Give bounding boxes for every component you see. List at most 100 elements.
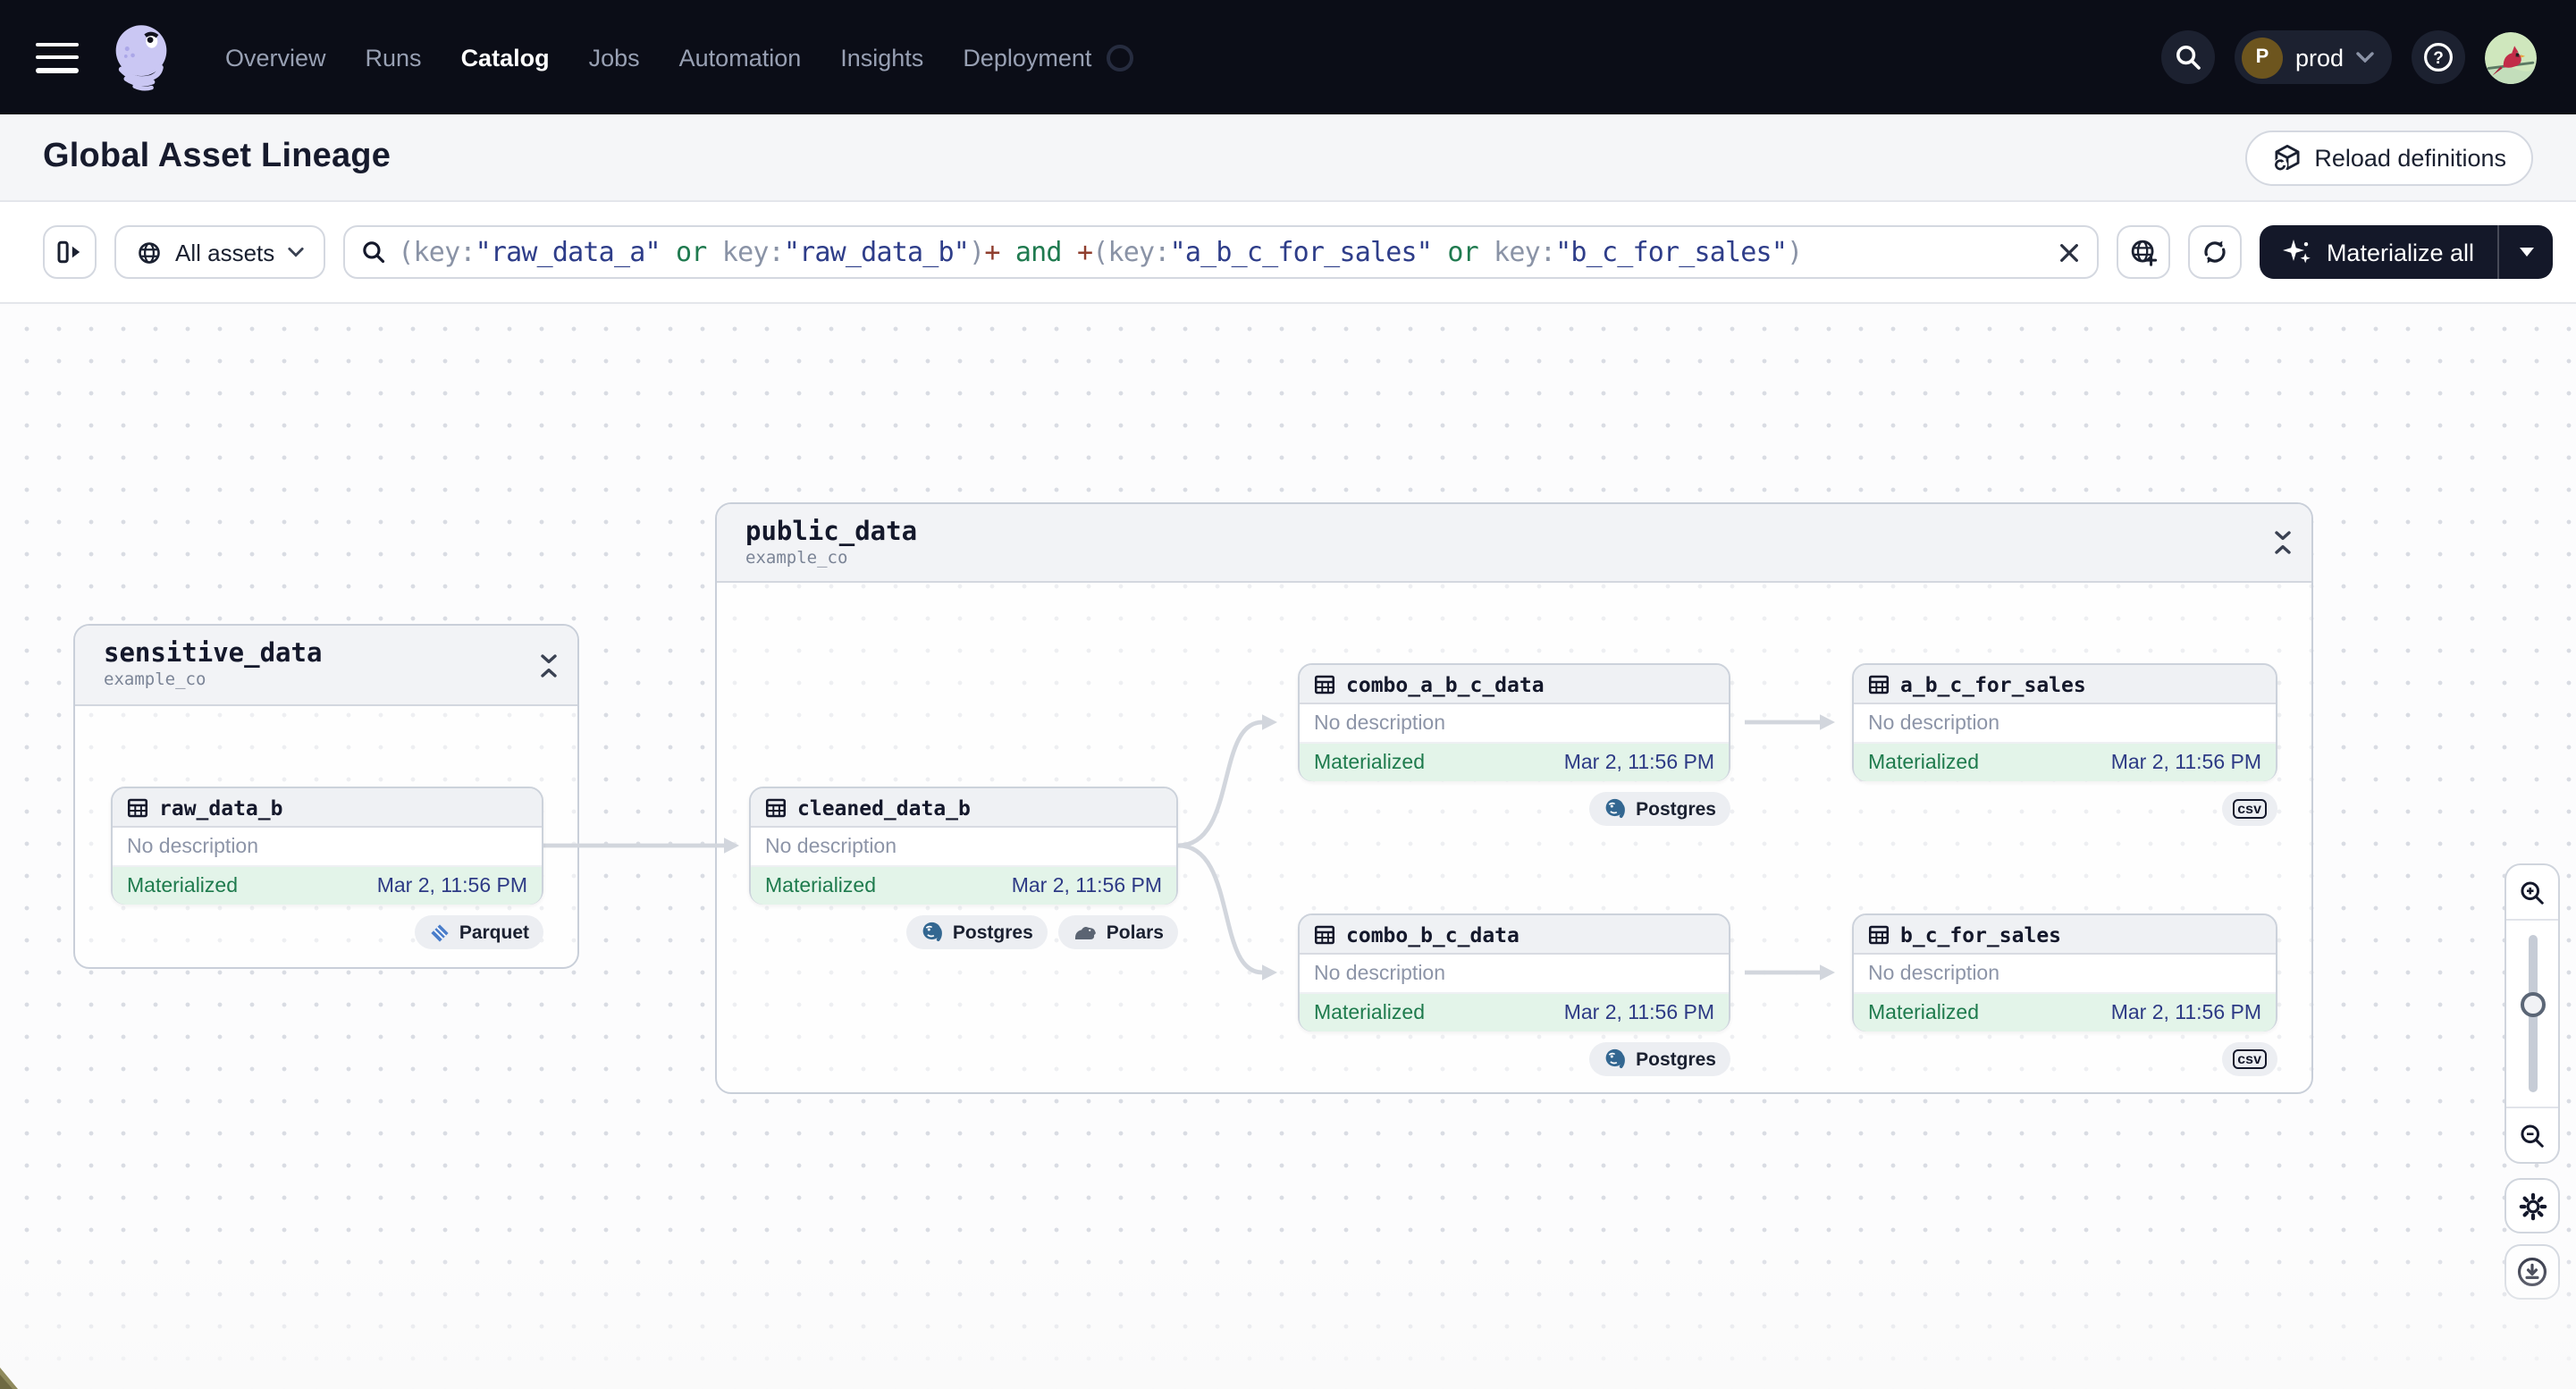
- materialize-options-button[interactable]: [2497, 225, 2553, 279]
- chevron-down-icon: [2356, 52, 2374, 63]
- help-icon: ?: [2424, 43, 2453, 72]
- open-sidebar-button[interactable]: [43, 225, 97, 279]
- asset-name: cleaned_data_b: [797, 795, 971, 820]
- asset-scope-dropdown[interactable]: All assets: [114, 225, 325, 279]
- download-icon: [2517, 1257, 2547, 1287]
- dagster-logo[interactable]: [104, 20, 179, 95]
- group-header-public_data[interactable]: public_data example_co: [717, 504, 2311, 583]
- group-location: example_co: [745, 548, 848, 568]
- nav-item-jobs[interactable]: Jobs: [589, 44, 640, 71]
- asset-node-b_c_for_sales[interactable]: b_c_for_sales No description Materialize…: [1852, 913, 2277, 1031]
- tag-label: Postgres: [1636, 1048, 1716, 1070]
- tag-polars[interactable]: Polars: [1057, 915, 1178, 949]
- hamburger-menu-icon[interactable]: [36, 42, 79, 72]
- asset-status-row: Materialized Mar 2, 11:56 PM: [1300, 744, 1729, 781]
- asset-scope-label: All assets: [175, 239, 275, 265]
- tag-csv[interactable]: csv: [2221, 792, 2277, 826]
- reload-definitions-label: Reload definitions: [2314, 144, 2506, 171]
- chevron-down-icon: [287, 247, 303, 257]
- search-icon: [362, 241, 384, 264]
- zoom-panel: [2504, 863, 2560, 1164]
- dagster-app: Overview Runs Catalog Jobs Automation In…: [0, 0, 2576, 1389]
- status-badge: Materialized: [1314, 752, 1425, 773]
- graph-settings-button[interactable]: [2504, 1178, 2560, 1233]
- tag-csv[interactable]: csv: [2221, 1042, 2277, 1076]
- collapse-group-icon[interactable]: [2272, 529, 2294, 556]
- nav-item-overview[interactable]: Overview: [225, 44, 326, 71]
- tag-parquet[interactable]: Parquet: [414, 915, 543, 949]
- clear-search-icon[interactable]: [2058, 240, 2082, 264]
- status-badge: Materialized: [1868, 1002, 1979, 1023]
- polars-icon: [1074, 927, 1096, 939]
- download-graph-button[interactable]: [2504, 1244, 2560, 1300]
- nav-item-deployment[interactable]: Deployment: [963, 44, 1091, 71]
- caret-down-icon: [2519, 248, 2533, 257]
- materialized-timestamp: Mar 2, 11:56 PM: [1563, 752, 1714, 773]
- csv-icon: csv: [2232, 1048, 2267, 1070]
- materialized-timestamp: Mar 2, 11:56 PM: [1011, 875, 1162, 897]
- asset-node-combo_b_c_data[interactable]: combo_b_c_data No description Materializ…: [1298, 913, 1730, 1031]
- tag-postgres[interactable]: Postgres: [1589, 1042, 1730, 1076]
- svg-text:?: ?: [2433, 49, 2444, 68]
- deployment-name: prod: [2294, 44, 2344, 71]
- help-button[interactable]: ?: [2412, 30, 2465, 84]
- nav-right-cluster: P prod ?: [2160, 30, 2537, 84]
- tag-label: Postgres: [1636, 798, 1716, 820]
- lineage-canvas[interactable]: sensitive_data example_co public_data ex…: [0, 306, 2576, 1389]
- zoom-in-icon: [2521, 880, 2544, 904]
- asset-status-row: Materialized Mar 2, 11:56 PM: [1300, 994, 1729, 1031]
- materialized-timestamp: Mar 2, 11:56 PM: [2110, 1002, 2261, 1023]
- tag-postgres[interactable]: Postgres: [905, 915, 1048, 949]
- status-badge: Materialized: [765, 875, 876, 897]
- asset-description: No description: [1300, 704, 1729, 744]
- asset-tags-a_b_c_for_sales: csv: [2221, 792, 2277, 826]
- asset-node-cleaned_data_b[interactable]: cleaned_data_b No description Materializ…: [749, 787, 1178, 905]
- tag-postgres[interactable]: Postgres: [1589, 792, 1730, 826]
- globe-icon: [139, 241, 160, 263]
- user-avatar[interactable]: [2485, 31, 2537, 83]
- fetch-external-assets-button[interactable]: [2117, 225, 2171, 279]
- asset-node-combo_a_b_c_data[interactable]: combo_a_b_c_data No description Material…: [1298, 663, 1730, 781]
- asset-node-raw_data_b[interactable]: raw_data_b No description Materialized M…: [111, 787, 543, 905]
- nav-item-catalog[interactable]: Catalog: [461, 44, 550, 71]
- search-button[interactable]: [2160, 30, 2215, 84]
- table-icon: [1868, 674, 1890, 694]
- loading-spinner-icon: [1106, 44, 1133, 71]
- cube-reload-icon: [2273, 143, 2299, 172]
- asset-node-a_b_c_for_sales[interactable]: a_b_c_for_sales No description Materiali…: [1852, 663, 2277, 781]
- materialized-timestamp: Mar 2, 11:56 PM: [2110, 752, 2261, 773]
- table-icon: [127, 797, 148, 817]
- refresh-button[interactable]: [2188, 225, 2243, 279]
- group-header-sensitive_data[interactable]: sensitive_data example_co: [75, 626, 577, 706]
- asset-tags-b_c_for_sales: csv: [2221, 1042, 2277, 1076]
- csv-icon: csv: [2232, 798, 2267, 820]
- zoom-out-button[interactable]: [2506, 1108, 2558, 1162]
- search-query[interactable]: (key:"raw_data_a" or key:"raw_data_b")+ …: [398, 236, 2046, 268]
- collapse-group-icon[interactable]: [538, 652, 560, 678]
- zoom-slider[interactable]: [2506, 919, 2558, 1108]
- asset-description: No description: [113, 828, 542, 867]
- materialize-all-button[interactable]: Materialize all: [2260, 225, 2497, 279]
- panel-expand-icon: [57, 240, 80, 264]
- postgres-icon: [1605, 1048, 1626, 1069]
- corner-decoration: [0, 1368, 18, 1389]
- asset-query-input[interactable]: (key:"raw_data_a" or key:"raw_data_b")+ …: [342, 225, 2100, 279]
- table-icon: [1314, 674, 1335, 694]
- asset-name: combo_a_b_c_data: [1346, 671, 1545, 696]
- asset-tags-cleaned_data_b: Postgres Polars: [905, 915, 1178, 949]
- asset-description: No description: [1300, 955, 1729, 994]
- group-name: sensitive_data: [104, 640, 323, 669]
- deployment-switcher[interactable]: P prod: [2234, 30, 2392, 84]
- deployment-initial-badge: P: [2241, 37, 2283, 78]
- asset-name: a_b_c_for_sales: [1900, 671, 2086, 696]
- refresh-icon: [2205, 240, 2227, 264]
- materialized-timestamp: Mar 2, 11:56 PM: [376, 875, 527, 897]
- nav-item-runs[interactable]: Runs: [366, 44, 422, 71]
- zoom-in-button[interactable]: [2506, 865, 2558, 919]
- asset-status-row: Materialized Mar 2, 11:56 PM: [113, 867, 542, 905]
- nav-item-insights[interactable]: Insights: [840, 44, 923, 71]
- tag-label: Polars: [1106, 922, 1164, 943]
- nav-item-automation[interactable]: Automation: [679, 44, 802, 71]
- reload-definitions-button[interactable]: Reload definitions: [2244, 130, 2533, 185]
- zoom-slider-knob[interactable]: [2520, 992, 2545, 1017]
